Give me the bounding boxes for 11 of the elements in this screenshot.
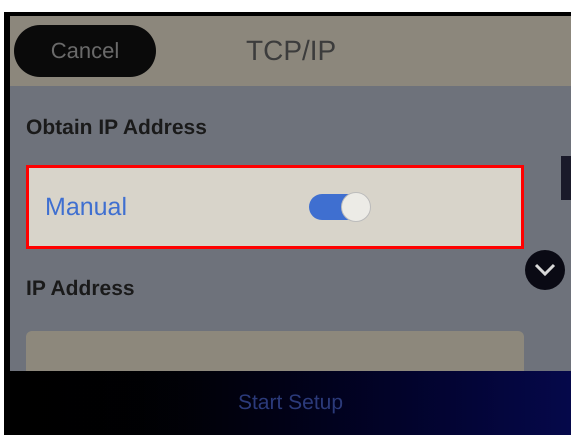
section-label: Obtain IP Address [26, 114, 208, 141]
cancel-button[interactable]: Cancel [14, 24, 156, 77]
chevron-down-icon [534, 262, 556, 277]
manual-option-row[interactable]: Manual [26, 165, 524, 250]
scrollbar [561, 156, 571, 200]
scroll-down-button[interactable] [525, 250, 565, 290]
start-setup-button[interactable]: Start Setup [238, 387, 344, 419]
screen-title: TCP/IP [246, 34, 336, 68]
section-label: IP Address [26, 276, 136, 302]
ip-address-field[interactable] [26, 330, 524, 371]
option-label: Manual [45, 192, 128, 223]
